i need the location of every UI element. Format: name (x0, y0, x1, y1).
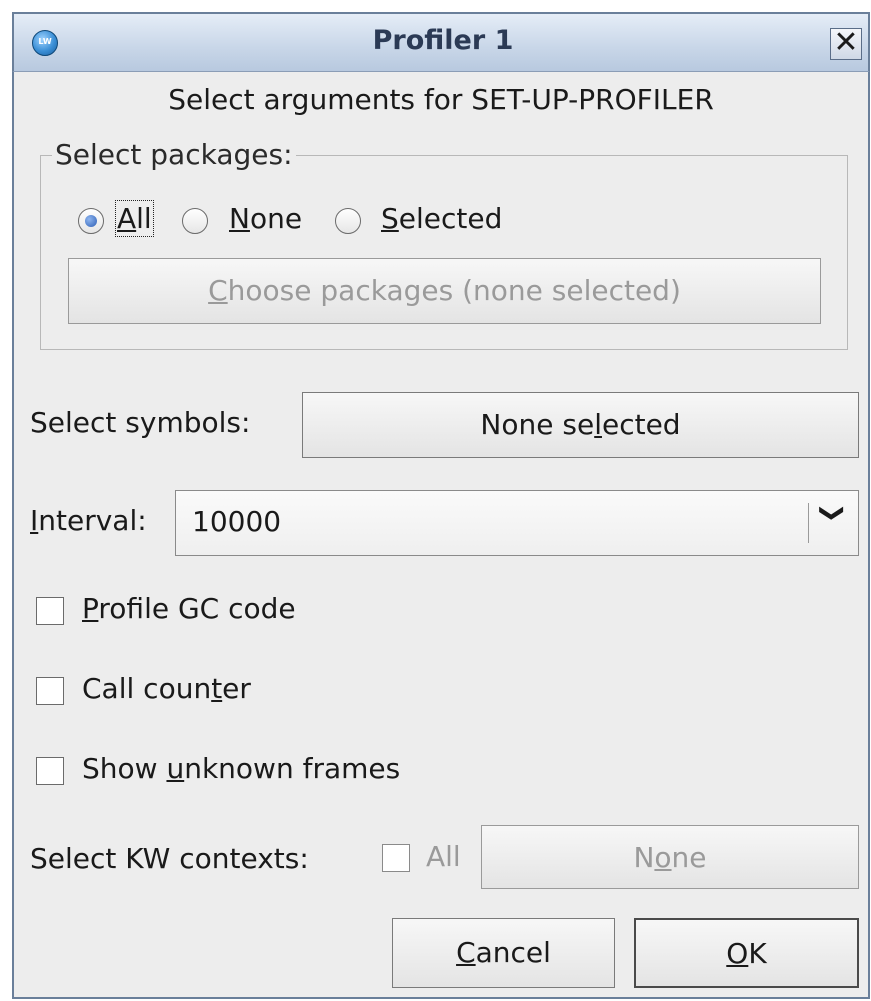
profile-gc-text-b: rofile GC code (98, 592, 296, 625)
dialog-heading: Select arguments for SET-UP-PROFILER (168, 83, 714, 116)
select-symbols-button[interactable]: None selected (302, 392, 859, 458)
ok-mnemonic: O (726, 937, 749, 970)
radio-all-rest: ll (136, 202, 152, 235)
window-title: Profiler 1 (372, 25, 514, 56)
radio-none-mnemonic: N (229, 202, 250, 235)
radio-all-mnemonic: A (117, 202, 137, 235)
show-unknown-frames-checkbox[interactable] (36, 757, 64, 785)
show-unknown-frames-text-b: nknown frames (184, 752, 401, 785)
kw-all-checkbox[interactable] (382, 844, 410, 872)
profile-gc-checkbox[interactable] (36, 597, 64, 625)
select-symbols-button-text-b: ected (601, 408, 681, 441)
kw-contexts-button[interactable]: None (481, 825, 859, 889)
kw-button-text-a: N (633, 841, 655, 874)
radio-none[interactable] (182, 208, 208, 234)
call-counter-text-a: Call coun (82, 672, 212, 705)
choose-packages-rest: hoose packages (none selected) (227, 274, 681, 307)
show-unknown-frames-label[interactable]: Show unknown frames (82, 752, 400, 785)
focus-ring: All (115, 200, 154, 237)
select-symbols-button-text-a: None se (480, 408, 595, 441)
show-unknown-frames-mnemonic: u (166, 752, 185, 785)
radio-all[interactable] (78, 208, 104, 234)
radio-none-label[interactable]: None (229, 202, 302, 235)
profile-gc-label[interactable]: Profile GC code (82, 592, 296, 625)
kw-contexts-label: Select KW contexts: (30, 842, 309, 875)
kw-button-mnemonic: o (654, 841, 672, 874)
call-counter-checkbox[interactable] (36, 677, 64, 705)
combobox-divider (808, 503, 809, 543)
packages-group-legend: Select packages: (52, 138, 296, 171)
choose-packages-button[interactable]: Choose packages (none selected) (68, 258, 821, 324)
ok-button[interactable]: OK (634, 918, 859, 988)
show-unknown-frames-text-a: Show (82, 752, 167, 785)
kw-button-text-b: ne (671, 841, 707, 874)
radio-selected-rest: elected (398, 202, 503, 235)
radio-selected-label[interactable]: Selected (381, 202, 502, 235)
cancel-button[interactable]: Cancel (392, 918, 615, 988)
interval-label: Interval: (30, 504, 147, 537)
interval-value[interactable]: 10000 (192, 505, 281, 538)
radio-none-rest: one (249, 202, 303, 235)
select-symbols-mnemonic: l (594, 408, 602, 441)
call-counter-label[interactable]: Call counter (82, 672, 251, 705)
kw-all-label[interactable]: All (426, 840, 461, 873)
cancel-mnemonic: C (456, 936, 476, 969)
title-bar[interactable]: LW Profiler 1 ✕ (12, 12, 870, 72)
profile-gc-mnemonic: P (82, 592, 99, 625)
cancel-rest: ancel (475, 936, 551, 969)
interval-label-rest: nterval: (38, 504, 147, 537)
call-counter-text-b: er (222, 672, 251, 705)
call-counter-mnemonic: t (211, 672, 223, 705)
radio-selected-dot (85, 215, 97, 227)
radio-all-label[interactable]: All (115, 200, 154, 237)
ok-rest: K (748, 937, 767, 970)
choose-packages-mnemonic: C (208, 274, 228, 307)
radio-selected-mnemonic: S (381, 202, 399, 235)
close-icon[interactable]: ✕ (830, 28, 862, 60)
select-symbols-label: Select symbols: (30, 406, 251, 439)
interval-combobox[interactable]: 10000 ❯ (175, 490, 859, 556)
chevron-down-icon[interactable]: ❯ (819, 498, 847, 528)
radio-selected[interactable] (335, 208, 361, 234)
